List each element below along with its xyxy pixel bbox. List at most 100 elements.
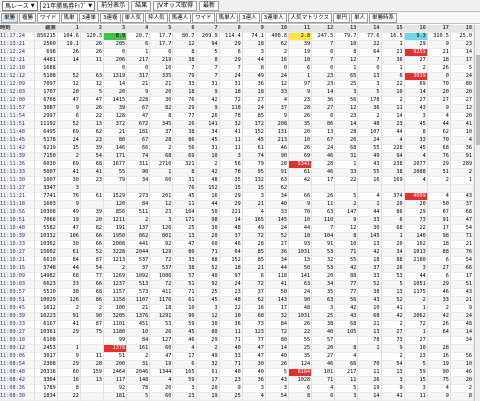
table-row[interactable]: 11:08:54 2308 29 28 200 31 19 6 32 71 30 26 124 46 66 7… xyxy=(0,361,475,369)
tab-item[interactable]: 単円 xyxy=(332,12,350,23)
tab-item[interactable]: 複勝 xyxy=(19,12,37,23)
table-row[interactable]: 11:09:33 6167 41 87 1101 451 53 59 30 36 73 84 26 38 6… xyxy=(0,321,475,329)
time-cell: 11:13:21 xyxy=(0,41,35,49)
table-row[interactable]: 11:11:48 6495 69 62 21 181 37 38 34 41 152 131 20 13 2… xyxy=(0,129,475,137)
tab-item[interactable]: 3連人 xyxy=(239,12,260,23)
column-header[interactable]: 7 xyxy=(196,25,220,33)
table-row[interactable]: 11:10:51 7066 19 20 1211 2 3 171 98 14 165 145 10 110… xyxy=(0,217,475,225)
table-row[interactable]: 11:11:33 5007 41 41 55 90 1 8 42 78 95 91 61 46 33 55 38… xyxy=(0,169,475,177)
tab-item[interactable]: 単勝 xyxy=(1,12,19,23)
column-header[interactable]: 15 xyxy=(381,25,405,33)
table-row[interactable]: 11:12:09 7097 12 12 14 21 21 33 31 31 36 12 97 23 25 3 2… xyxy=(0,81,475,89)
column-header[interactable]: 2 xyxy=(80,25,105,33)
table-row[interactable]: 11:10:03 6623 33 66 1237 513 72 51 92 24 72 41 63 34 7… xyxy=(0,281,475,289)
column-header[interactable]: 13 xyxy=(335,25,359,33)
latest-button[interactable]: 最新 xyxy=(198,0,219,11)
table-row[interactable]: 11:10:09 14982 68 77 1269 1092 1086 57 40 97 6 118 1… xyxy=(0,273,475,281)
table-row[interactable]: 11:09:12 2453 1 1378 161 60 4 2 40 47 14 25 20 8 1 9 10 2… xyxy=(0,345,475,353)
table-cell: 21 xyxy=(450,241,475,249)
tab-item[interactable]: 人気マトリクス xyxy=(287,12,332,23)
table-row[interactable]: 11:13:21 2560 19.1 26 205 6 17.7 12 94 29 18 62 39 7 1… xyxy=(0,41,475,49)
tab-item[interactable]: 3連複 xyxy=(100,12,121,23)
table-row[interactable]: 11:10:33 10362 30 66 2008 441 92 47 60 46 28 27 93 91… xyxy=(0,241,475,249)
column-header[interactable]: 時刻 xyxy=(0,25,35,33)
scrollbar-thumb[interactable] xyxy=(476,55,480,145)
table-cell: 18 xyxy=(427,241,451,249)
table-row[interactable]: 11:10:21 6610 84 87 1213 537 72 33 88 152 85 34 13 32… xyxy=(0,257,475,265)
result-button[interactable]: 結果 xyxy=(131,0,152,11)
table-row[interactable]: 11:12:21 4481 14 11 206 217 219 38 8 29 44 16 18 7 12 7… xyxy=(0,57,475,65)
table-row[interactable]: 11:10:27 15602 61 52 3228 2044 129 80 71 64 85 36 10… xyxy=(0,249,475,257)
table-row[interactable]: 11:08:30 1834 22 181 5 60 23 19 25 4 54 8 6 3 14 41 11 9 8 xyxy=(0,393,475,401)
table-row[interactable]: 11:12:24 698 26 26 0 1 6 8 5 6 3 2 19 6 8 64 21 9255 21 14 xyxy=(0,49,475,57)
tab-item[interactable]: 単人 xyxy=(351,12,369,23)
column-header[interactable]: 8 xyxy=(219,25,243,33)
table-cell: 14 xyxy=(265,345,290,353)
column-header[interactable]: 14 xyxy=(358,25,382,33)
column-header[interactable]: 5 xyxy=(150,25,174,33)
column-header[interactable]: 3 xyxy=(104,25,128,33)
race-select[interactable]: 馬レース ▼ xyxy=(2,0,38,11)
table-cell: 66 xyxy=(450,265,475,273)
table-cell: 91 xyxy=(427,217,451,225)
tab-item[interactable]: 3連単 xyxy=(78,12,100,23)
table-row[interactable]: 11:09:27 10361 29 75 1180 10 26 45 80 11 123 72 22 40… xyxy=(0,329,475,337)
table-row[interactable]: 11:12:18 1688 0 0 10 7 7 7 8 0 6 0 1 0 1 2 26 5 xyxy=(0,65,475,73)
table-row[interactable]: 11:09:39 16223 91 90 3205 1376 1291 90 12 10 68 32 1… xyxy=(0,313,475,321)
column-header[interactable]: 16 xyxy=(404,25,428,33)
table-row[interactable]: 11:10:48 5582 47 82 191 137 126 25 30 48 49 24 44 7 12… xyxy=(0,225,475,233)
table-row[interactable]: 11:12:03 1707 20 5 20 9 20 18 9 18 18 33 9 14 3 5 10 14 20… xyxy=(0,89,475,97)
table-cell: 72 xyxy=(219,97,243,105)
table-row[interactable]: 11:08:42 3364 16 13 117 148 4 59 17 23 36 43 1028 71 1… xyxy=(0,377,475,385)
table-row[interactable]: 11:08:36 1789 8 92 78 20 3 20 9 3 3 6 4 5 19 9 3 4 2 xyxy=(0,385,475,393)
table-row[interactable]: 11:11:30 1007 30 23 79 34 60 31 48 35 132 63 42 17 22 1… xyxy=(0,177,475,185)
table-row[interactable]: 11:11:54 2997 6 22 128 47 8 77 26 78 85 9 26 6 23 2 14 3 4… xyxy=(0,113,475,121)
tab-item[interactable]: 3連単人 xyxy=(260,12,287,23)
column-header[interactable]: 11 xyxy=(289,25,313,33)
column-header[interactable]: 4 xyxy=(127,25,151,33)
table-row[interactable]: 11:09:45 1612 2 2 100 21 18 10 3 22 16 17 48 3 42 10 41 1… xyxy=(0,305,475,313)
mode-select[interactable]: 21年勝馬券ﾁｯﾌﾟ ▼ xyxy=(39,0,96,11)
table-row[interactable]: 11:11:39 7150 2 54 171 74 68 69 10 3 74 90 69 46 31 49 9… xyxy=(0,153,475,161)
tab-item[interactable]: ワイド xyxy=(192,12,215,23)
column-header[interactable]: 12 xyxy=(312,25,336,33)
table-row[interactable]: 11:10:15 3748 44 54 2 37 537 38 52 18 21 44 50 53 42 37… xyxy=(0,265,475,273)
tab-item[interactable]: 単勝時系 xyxy=(369,12,398,23)
column-header[interactable]: 10 xyxy=(265,25,290,33)
tab-item[interactable]: 単人気 xyxy=(121,12,145,23)
table-row[interactable]: 11:11:36 6030 69 68 1677 311 2710 321 2 56 79 28 534… xyxy=(0,161,475,169)
tab-item[interactable]: 枠人気 xyxy=(145,12,168,23)
column-header[interactable]: 17 xyxy=(427,25,451,33)
tab-item[interactable]: ワイド xyxy=(37,12,60,23)
column-header[interactable]: 9 xyxy=(242,25,266,33)
table-row[interactable]: 11:11:18 1603 9 120 84 12 11 44 29 21 40 9 11 2 1 20 20 5… xyxy=(0,201,475,209)
tab-item[interactable]: 馬単 xyxy=(60,12,78,23)
table-row[interactable]: 11:11:42 6219 15 39 146 66 2 56 31 11 61 46 26 24 68 55… xyxy=(0,145,475,153)
table-row[interactable]: 11:11:57 3087 9 26 39 67 82 29 9 118 24 37 28 27 12 36 1… xyxy=(0,105,475,113)
table-row[interactable]: 11:11:45 5178 24 23 80 67 28 86 45 11 45 213 10 67 26 2… xyxy=(0,137,475,145)
column-header[interactable]: 総票 xyxy=(34,25,58,33)
table-row[interactable]: 11:11:27 3347 3 76 152 15 15 62 xyxy=(0,185,475,193)
table-cell: 19 xyxy=(150,361,174,369)
table-row[interactable]: 11:12:12 5108 52 63 1319 317 335 79 7 24 49 24 1 23 65… xyxy=(0,73,475,81)
column-header[interactable]: 6 xyxy=(173,25,197,33)
tab-item[interactable]: 馬連人 xyxy=(168,12,192,23)
tab-item[interactable]: 馬単人 xyxy=(215,12,239,23)
table-row[interactable]: 11:12:00 6768 47 47 1415 228 30 76 42 72 27 4 23 36 56… xyxy=(0,97,475,105)
table-row[interactable]: 11:09:51 10029 126 86 1158 1107 1176 61 45 48 62 14… xyxy=(0,297,475,305)
column-header[interactable]: 1 xyxy=(57,25,81,33)
vertical-scrollbar[interactable] xyxy=(474,25,480,401)
prev-minute-button[interactable]: 前分表示 xyxy=(97,0,130,11)
table-row[interactable]: 11:11:51 11192 52 13 372 672 345 26 141 32 172 208 3… xyxy=(0,121,475,129)
table-row[interactable]: 11:11:21 7741 76 61 1529 273 201 45 16 29 3 34 66 26 5… xyxy=(0,193,475,201)
table-row[interactable]: 11:17:24 856215 104.6 120.3 8.9 20.7 17.7 80.7 2… xyxy=(0,33,475,41)
table-row[interactable]: 11:09:57 5510 38 68 1157 573 411 71 25 23 37 50 24 35… xyxy=(0,289,475,297)
table-row[interactable]: 11:10:39 10332 106 66 1950 862 801 13 20 37 72 52 18… xyxy=(0,233,475,241)
table-row[interactable]: 11:09:18 6108 99 84 127 46 29 71 77 80 55 57 78 73 27 3… xyxy=(0,337,475,345)
table-cell: 71 xyxy=(312,377,336,385)
column-header[interactable]: 18 xyxy=(450,25,475,33)
table-row[interactable]: 11:10:56 10308 49 39 856 511 23 164 50 221 4 33 70 63… xyxy=(0,209,475,217)
table-row[interactable]: 11:08:48 20316 60 159 2464 2046 1344 165 61 40 40 5… xyxy=(0,369,475,377)
table-row[interactable]: 11:09:06 3017 9 11 51 2 47 17 49 33 47 40 35 27 4 2 23 16… xyxy=(0,353,475,361)
jv-odds-button[interactable]: JVオッズ取得 xyxy=(153,0,197,11)
